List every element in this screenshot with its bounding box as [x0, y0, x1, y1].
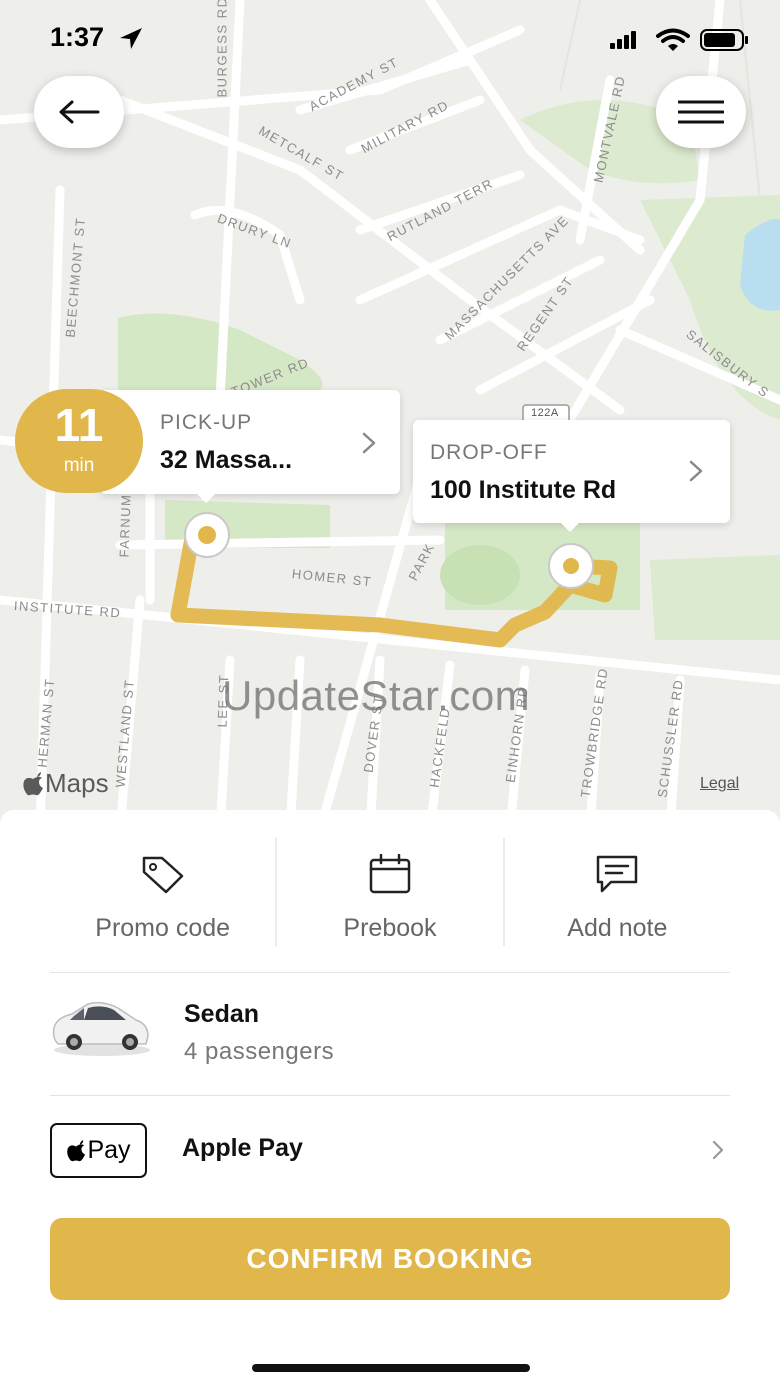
back-button[interactable]	[34, 76, 124, 148]
calendar-icon	[369, 854, 411, 894]
payment-method-row[interactable]: Pay Apple Pay	[50, 1120, 730, 1180]
menu-button[interactable]	[656, 76, 746, 148]
divider	[50, 1095, 730, 1096]
dropoff-callout[interactable]: DROP-OFF 100 Institute Rd	[413, 420, 730, 532]
sedan-car-icon	[52, 1001, 150, 1056]
status-bar: 1:37	[0, 0, 780, 80]
maps-brand-text: Maps	[45, 768, 109, 798]
action-row: Promo code Prebook Add note	[50, 838, 730, 946]
tag-icon	[142, 856, 183, 894]
payment-method-label: Apple Pay	[182, 1134, 303, 1162]
note-icon	[597, 855, 638, 893]
prebook-button[interactable]: Prebook	[277, 838, 502, 946]
dropoff-address: 100 Institute Rd	[430, 476, 617, 504]
booking-sheet: Promo code Prebook Add note Sedan 4 pass…	[0, 810, 780, 1387]
apple-maps-logo: Maps	[22, 768, 109, 799]
add-note-label: Add note	[567, 914, 668, 942]
cellular-signal-icon	[610, 31, 636, 49]
confirm-booking-button[interactable]: CONFIRM BOOKING	[50, 1218, 730, 1300]
apple-pay-badge: Pay	[50, 1123, 147, 1178]
apple-logo-icon	[23, 771, 43, 795]
pickup-label: PICK-UP	[160, 411, 253, 434]
highway-shield-label: 122A	[531, 407, 559, 419]
watermark-text: UpdateStar.com	[222, 672, 531, 719]
hamburger-menu-icon	[678, 100, 724, 124]
vehicle-name: Sedan	[184, 1000, 260, 1028]
chevron-right-icon	[689, 460, 703, 482]
arrow-left-icon	[59, 100, 100, 124]
eta-value: 11	[54, 399, 104, 451]
home-indicator[interactable]	[252, 1364, 530, 1372]
status-time: 1:37	[50, 22, 105, 52]
map-view[interactable]: BURGESS RD ACADEMY ST METCALF ST MILITAR…	[0, 0, 780, 830]
prebook-label: Prebook	[343, 914, 437, 942]
promo-code-button[interactable]: Promo code	[50, 838, 275, 946]
promo-code-label: Promo code	[95, 914, 231, 942]
divider	[50, 972, 730, 973]
apple-pay-badge-text: Pay	[87, 1136, 131, 1164]
vehicle-capacity: 4 passengers	[184, 1038, 335, 1065]
add-note-button[interactable]: Add note	[505, 838, 730, 946]
dropoff-label: DROP-OFF	[430, 441, 548, 464]
wifi-icon	[656, 28, 690, 51]
legal-link[interactable]: Legal	[700, 775, 739, 793]
street-label: FARNUM	[116, 493, 134, 558]
pickup-address: 32 Massa...	[160, 446, 293, 474]
apple-logo-icon	[67, 1139, 86, 1161]
pickup-callout[interactable]: PICK-UP 32 Massa...	[100, 390, 400, 503]
location-arrow-icon	[120, 28, 142, 49]
vehicle-option[interactable]: Sedan 4 passengers	[50, 988, 730, 1078]
eta-badge: 11 min	[15, 389, 143, 493]
eta-unit: min	[63, 455, 95, 476]
battery-icon	[700, 29, 748, 51]
chevron-right-icon	[712, 1140, 724, 1160]
chevron-right-icon	[362, 432, 376, 454]
